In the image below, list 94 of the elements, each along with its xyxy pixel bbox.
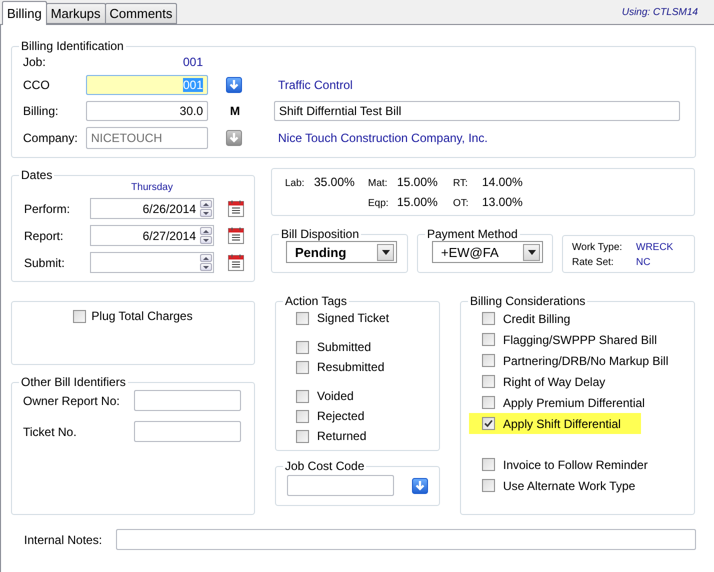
checkbox[interactable]: [296, 312, 309, 324]
field-label: Ticket No.: [23, 424, 78, 438]
rate-value: 15.00%: [397, 175, 438, 189]
checkbox-label: Signed Ticket: [317, 311, 390, 325]
checkbox-label: Invoice to Follow Reminder: [503, 458, 648, 472]
checkbox-label: Right of Way Delay: [503, 374, 606, 388]
checkbox[interactable]: [482, 312, 495, 325]
billing-field[interactable]: 30.0: [86, 101, 208, 121]
checkbox-label: Partnering/DRB/No Markup Bill: [503, 354, 668, 368]
work-info-value: WRECK: [636, 242, 674, 253]
checkbox[interactable]: [482, 479, 495, 492]
checkbox[interactable]: [482, 417, 495, 430]
billing-label: Billing:: [23, 104, 60, 118]
company-label: Company:: [23, 131, 79, 145]
internal-notes-label: Internal Notes:: [24, 532, 104, 546]
lookup-button[interactable]: [226, 130, 242, 146]
calendar-icon[interactable]: [228, 254, 244, 271]
rate-value: 35.00%: [314, 175, 355, 189]
internal-notes-field[interactable]: [116, 529, 696, 550]
spin-up-icon[interactable]: [200, 254, 212, 262]
checkbox-label: Resubmitted: [317, 360, 384, 374]
spin-down-icon[interactable]: [200, 209, 212, 217]
checkbox-label: Rejected: [317, 409, 364, 423]
group-title: Bill Disposition: [280, 227, 360, 241]
checkbox-label: Use Alternate Work Type: [503, 478, 636, 492]
job-cost-code-field[interactable]: [287, 475, 394, 496]
checkbox[interactable]: [482, 458, 495, 471]
group-title: Job Cost Code: [284, 459, 366, 473]
checkbox-label: Flagging/SWPPP Shared Bill: [503, 332, 657, 346]
lookup-button[interactable]: [226, 77, 242, 93]
date-field[interactable]: 6/26/2014: [90, 198, 214, 219]
checkbox-label: Apply Shift Differential: [503, 416, 621, 430]
tab[interactable]: Markups: [46, 3, 106, 24]
rate-value: 15.00%: [397, 195, 438, 209]
rate-label: Eqp:: [368, 198, 390, 209]
spin-up-icon[interactable]: [200, 227, 212, 235]
work-info-label: Work Type:: [572, 242, 624, 253]
date-label: Report:: [24, 228, 64, 242]
rate-label: Lab:: [285, 178, 306, 189]
tab[interactable]: Billing: [2, 1, 47, 25]
rate-label: RT:: [453, 178, 469, 189]
using-label: Using: CTLSM14: [622, 6, 698, 18]
checkbox[interactable]: [482, 375, 495, 388]
date-label: Perform:: [24, 202, 72, 216]
checkbox[interactable]: [296, 410, 309, 422]
checkbox[interactable]: [73, 310, 86, 322]
checkbox[interactable]: [482, 333, 495, 346]
date-field[interactable]: 6/27/2014: [90, 225, 214, 246]
tab[interactable]: Comments: [104, 3, 178, 24]
cco-description: Traffic Control: [277, 78, 354, 92]
date-label: Submit:: [24, 256, 66, 270]
calendar-icon[interactable]: [228, 200, 244, 217]
rate-value: 13.00%: [482, 195, 523, 209]
company-name: Nice Touch Construction Company, Inc.: [277, 131, 489, 145]
checkbox-label: Credit Billing: [503, 312, 570, 326]
lookup-button[interactable]: [412, 478, 428, 494]
billing-mode-label: M: [230, 104, 241, 118]
checkbox-label: Submitted: [317, 340, 372, 354]
checkbox[interactable]: [296, 340, 309, 354]
billing-description-field[interactable]: Shift Differntial Test Bill: [274, 101, 680, 121]
rate-value: 14.00%: [482, 175, 523, 189]
bill-disposition-dropdown[interactable]: Pending: [286, 241, 397, 263]
checkbox[interactable]: [482, 354, 495, 367]
spin-up-icon[interactable]: [200, 200, 212, 208]
field-label: Owner Report No:: [23, 394, 121, 408]
group-title: Billing Identification: [20, 39, 125, 53]
group-title: Dates: [20, 168, 54, 182]
weekday-label: Thursday: [131, 182, 173, 193]
work-info-value: NC: [636, 257, 652, 268]
date-field[interactable]: [90, 252, 214, 273]
text-field[interactable]: [134, 421, 241, 442]
group-title: Payment Method: [426, 227, 519, 241]
checkbox-label: Apply Premium Differential: [503, 396, 645, 410]
cco-label: CCO: [23, 78, 51, 92]
text-field[interactable]: [134, 390, 241, 411]
group-title: Action Tags: [284, 294, 348, 308]
job-label: Job:: [23, 55, 47, 69]
rate-label: Mat:: [368, 178, 388, 189]
group-title: Billing Considerations: [469, 294, 586, 308]
checkbox[interactable]: [482, 396, 495, 409]
payment-method-dropdown[interactable]: +EW@FA: [432, 241, 543, 263]
checkbox[interactable]: [296, 360, 309, 374]
checkbox-label: Voided: [317, 389, 354, 403]
group-title: Other Bill Identifiers: [20, 375, 127, 389]
checkbox-label: Plug Total Charges: [91, 309, 193, 323]
checkbox-label: Returned: [317, 429, 366, 443]
job-value: 001: [182, 55, 204, 69]
checkbox[interactable]: [296, 390, 309, 402]
checkbox[interactable]: [296, 430, 309, 442]
calendar-icon[interactable]: [228, 227, 244, 244]
rate-label: OT:: [453, 198, 470, 209]
work-info-label: Rate Set:: [572, 257, 615, 268]
spin-down-icon[interactable]: [200, 263, 212, 271]
spin-down-icon[interactable]: [200, 236, 212, 244]
